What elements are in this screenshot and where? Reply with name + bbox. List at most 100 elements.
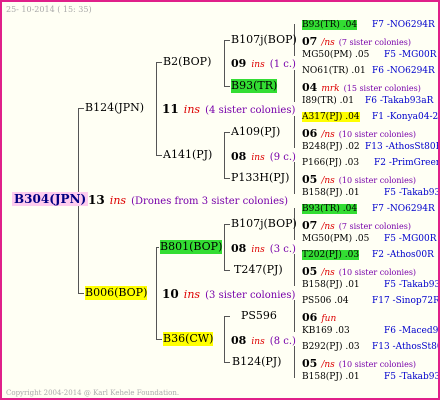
ancestor-colony[interactable]: B124(PJ) [232,355,281,369]
leaf-dam[interactable]: B158(PJ) .01 [302,188,360,198]
leaf-dam-line[interactable]: KB169 .03 F6 -Maced93R [302,324,438,338]
leaf-dam-line[interactable]: B158(PJ) .01 F5 -Takab93R [302,370,438,384]
leaf-dam-line[interactable]: MG50(PM) .05 F5 -MG00R [302,48,437,62]
leaf-dam[interactable]: B158(PJ) .01 [302,280,360,290]
count: 08 [231,242,247,255]
count: 09 [231,57,247,70]
leaf-sire-line-id: F1 -Konya04-2 [372,112,439,122]
leaf-sire-line[interactable]: P166(PJ) .03 F2 -PrimGreen00 [302,156,438,170]
connector [224,316,225,362]
leaf-dam-line-id: F6 -Maced93R [384,326,439,336]
ancestor-colony[interactable]: A109(PJ) [231,125,280,139]
connector [156,247,157,339]
leaf-sire[interactable]: NO61(TR) .01 [302,66,366,76]
leaf-sire-line[interactable]: B93(TR) .04 F7 -NO6294R [302,18,435,32]
connector [294,254,295,286]
leaf-sire-line[interactable]: NO61(TR) .01 F6 -NO6294R [302,64,435,78]
leaf-dam[interactable]: I89(TR) .01 [302,96,354,106]
ancestor-colony[interactable]: P133H(PJ) [231,171,289,185]
ins: /ns [321,38,335,48]
note: (10 sister colonies) [338,360,417,369]
connector [224,224,230,225]
leaf-sire[interactable]: B292(PJ) .03 [302,342,360,352]
grandparent-colony[interactable]: A141(PJ) [163,148,212,162]
leaf-sire[interactable]: P166(PJ) .03 [302,158,359,168]
note: (10 sister colonies) [338,176,417,185]
leaf-dam-line[interactable]: B248(PJ) .02 F13 -AthosSt80R [302,140,438,154]
count: 07 [302,219,318,232]
leaf-sire[interactable]: B93(TR) .04 [302,20,358,30]
connector [224,132,230,133]
leaf-dam[interactable]: MG50(PM) .05 [302,234,369,244]
connector [156,339,162,340]
note: (15 sister colonies) [343,84,421,93]
ins: /ns [321,222,335,232]
grandparent-colony[interactable]: B801(BOP) [160,240,223,254]
grandparent-colony[interactable]: B36(CW) [163,332,214,346]
leaf-dam-line-id: F13 -AthosSt80R [365,142,440,152]
leaf-sire[interactable]: PS506 .04 [302,296,349,306]
timestamp: 25- 10-2014 ( 15: 35) [6,5,92,14]
count: 11 [162,102,179,116]
leaf-dam-line[interactable]: MG50(PM) .05 F5 -MG00R [302,232,437,246]
leaf-dam-line[interactable]: B158(PJ) .01 F5 -Takab93R [302,186,438,200]
ancestor-colony[interactable]: PS596 [241,309,277,323]
ancestor-summary: 09 ins (1 c.) [231,55,296,72]
ancestor-colony[interactable]: T247(PJ) [234,263,283,277]
root-colony[interactable]: B304(JPN) [12,192,89,206]
connector [224,86,230,87]
leaf-sire-line[interactable]: B292(PJ) .03 F13 -AthosSt80R [302,340,438,354]
leaf-dam-line[interactable]: B158(PJ) .01 F5 -Takab93R [302,278,438,292]
leaf-sire-line-id: F2 -Athos00R [372,250,434,260]
ancestor-colony[interactable]: B107j(BOP) [231,217,297,231]
connector [224,178,230,179]
leaf-dam[interactable]: MG50(PM) .05 [302,50,369,60]
leaf-dam[interactable]: KB169 .03 [302,326,350,336]
leaf-sire-line-id: F17 -Sinop72R [372,296,440,306]
leaf-sire-line-id: F13 -AthosSt80R [372,342,438,352]
connector [294,300,295,332]
ins: ins [251,60,265,70]
ins: mrk [321,84,340,94]
leaf-sire-line[interactable]: PS506 .04 F17 -Sinop72R [302,294,438,308]
count: 04 [302,81,318,94]
ins: ins [251,153,265,163]
leaf-dam[interactable]: B248(PJ) .02 [302,142,360,152]
leaf-sire[interactable]: A317(PJ) .04 [302,112,360,122]
leaf-dam-line-id: F5 -MG00R [384,234,437,244]
ancestor-colony[interactable]: B107j(BOP) [231,33,297,47]
copyright: Copyright 2004-2014 @ Karl Kehele Founda… [6,389,180,397]
leaf-sire-line[interactable]: B93(TR) .04 F7 -NO6294R [302,202,435,216]
connector [156,247,159,248]
note: (8 c.) [269,336,296,347]
ins: fun [321,314,337,324]
ins: ins [251,337,265,347]
ancestor-colony[interactable]: B93(TR) [231,79,278,93]
root-note: (Drones from 3 sister colonies) [131,196,289,207]
grandparent-colony[interactable]: B2(BOP) [163,55,211,69]
leaf-dam-line[interactable]: I89(TR) .01 F6 -Takab93aR [302,94,433,108]
parent-colony-top[interactable]: B124(JPN) [85,101,144,115]
count: 08 [231,334,247,347]
leaf-sire-line[interactable]: A317(PJ) .04 F1 -Konya04-2 [302,110,438,124]
parent-colony-bottom[interactable]: B006(BOP) [85,286,148,300]
connector [294,162,295,194]
leaf-sire[interactable]: T202(PJ) .03 [302,250,360,260]
connector [294,346,295,378]
note: (1 c.) [269,59,296,70]
note: (3 c.) [269,244,296,255]
note: (10 sister colonies) [338,268,417,277]
root-summary: 13 ins (Drones from 3 sister colonies) [88,192,288,209]
connector [78,293,84,294]
leaf-sire-line-id: F7 -NO6294R [372,204,435,214]
ins: /ns [321,130,335,140]
count: 10 [162,287,179,301]
connector [156,155,162,156]
leaf-sire-line[interactable]: T202(PJ) .03 F2 -Athos00R [302,248,434,262]
leaf-sire[interactable]: B93(TR) .04 [302,204,358,214]
leaf-sire-line-id: F2 -PrimGreen00 [374,158,438,168]
leaf-dam-line-id: F6 -Takab93aR [365,96,434,106]
leaf-dam[interactable]: B158(PJ) .01 [302,372,360,382]
note: (10 sister colonies) [338,130,417,139]
note: (7 sister colonies) [338,38,411,47]
